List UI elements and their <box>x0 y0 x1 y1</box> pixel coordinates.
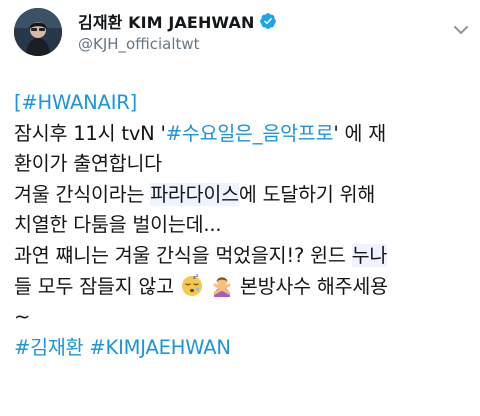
person-gesturing-no-emoji-icon <box>210 273 234 297</box>
tweet-line: 겨울 간식이라는 파라다이스에 도달하기 위해 <box>14 180 472 211</box>
tweet-line: 들 모두 잠들지 않고 z z 본방사수 해주세용 <box>14 272 472 303</box>
tweet-text-segment: ~ <box>14 305 31 329</box>
chevron-down-icon[interactable] <box>454 20 468 34</box>
highlighted-text: 누나 <box>351 243 388 267</box>
avatar-photo <box>14 8 62 56</box>
hashtag-link[interactable]: #수요일은_음악프로 <box>166 122 334 145</box>
tweet-card: 김재환 KIM JAEHWAN @KJH_officialtwt [#HWANA… <box>0 0 480 416</box>
tweet-line: [#HWANAIR] <box>14 88 472 119</box>
tweet-line: 환이가 출연합니다 <box>14 149 472 180</box>
tweet-text-segment: 치열한 다툼을 벌이는데... <box>14 213 222 237</box>
tweet-line: 잠시후 11시 tvN '#수요일은_음악프로' 에 재 <box>14 119 472 150</box>
avatar[interactable] <box>14 8 62 56</box>
author-info[interactable]: 김재환 KIM JAEHWAN @KJH_officialtwt <box>78 10 277 53</box>
tweet-line: #김재환 #KIMJAEHWAN <box>14 333 472 364</box>
tweet-header: 김재환 KIM JAEHWAN @KJH_officialtwt <box>14 6 480 58</box>
highlighted-text: 파라다이스 <box>150 182 239 206</box>
author-name-row: 김재환 KIM JAEHWAN <box>78 10 277 32</box>
verified-badge-icon <box>259 12 277 30</box>
tweet-text-segment: 본방사수 해주세용 <box>233 274 388 298</box>
svg-text:z: z <box>196 273 199 278</box>
author-display-name[interactable]: 김재환 KIM JAEHWAN <box>78 9 254 33</box>
tweet-text-segment: 겨울 간식이라는 <box>14 182 151 206</box>
tweet-text-segment: 에 도달하기 위해 <box>238 182 376 206</box>
tweet-text-segment: 환이가 출연합니다 <box>14 152 162 176</box>
tweet-line: 치열한 다툼을 벌이는데... <box>14 210 472 241</box>
hashtag-link[interactable]: #김재환 <box>14 336 84 359</box>
tweet-text-segment: 과연 쨰니는 겨울 간식을 먹었을지!? 윈드 <box>14 243 352 267</box>
tweet-line: 과연 쨰니는 겨울 간식을 먹었을지!? 윈드 누나 <box>14 241 472 272</box>
hashtag-link[interactable]: [#HWANAIR] <box>14 91 137 114</box>
tweet-text-segment: ' 에 재 <box>333 121 386 145</box>
author-handle[interactable]: @KJH_officialtwt <box>78 35 277 53</box>
sleeping-face-emoji-icon: z z <box>180 273 204 297</box>
tweet-line: ~ <box>14 302 472 333</box>
tweet-text-segment: 들 모두 잠들지 않고 <box>14 274 180 298</box>
tweet-text: [#HWANAIR] 잠시후 11시 tvN '#수요일은_음악프로' 에 재 … <box>14 88 472 363</box>
tweet-text-segment: 잠시후 11시 tvN ' <box>14 121 166 145</box>
hashtag-link[interactable]: #KIMJAEHWAN <box>89 336 231 359</box>
